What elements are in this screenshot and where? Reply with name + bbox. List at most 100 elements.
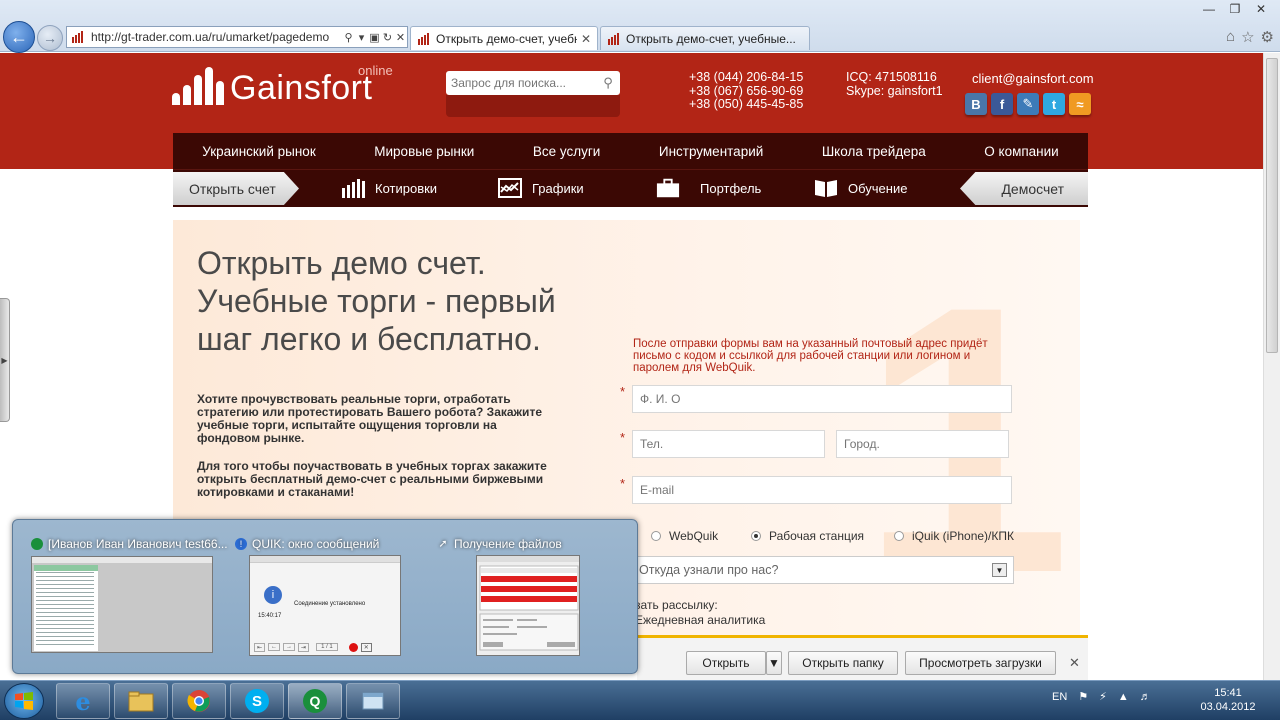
power-icon[interactable]: ⚡ [1099,690,1107,703]
nav-item-tools[interactable]: Инструментарий [659,144,763,159]
email-field[interactable] [632,476,1012,504]
taskbar-skype[interactable]: S [230,683,284,719]
contact-email[interactable]: client@gainsfort.com [972,71,1094,86]
livejournal-icon[interactable]: ✎ [1017,93,1039,115]
windows-logo-icon [15,692,33,710]
tools-gear-icon[interactable]: ⚙ [1261,28,1274,46]
subnav-item-portfolio[interactable]: Портфель [656,178,761,198]
browser-toolbar-right: ⌂ ☆ ⚙ [1226,28,1274,46]
site-favicon-icon [608,32,619,45]
tab-inactive[interactable]: Открыть демо-счет, учебные... [600,26,810,50]
prev-page-icon: ← [268,643,281,651]
taskbar-chrome[interactable] [172,683,226,719]
quik-app-icon [31,538,43,550]
nav-item-all-services[interactable]: Все услуги [533,144,600,159]
intro-paragraph: Хотите прочувствовать реальные торги, от… [197,392,542,445]
next-page-icon: → [283,643,296,651]
search-icon[interactable]: ⚲ [597,75,619,91]
demo-account-button[interactable]: Демосчет [960,172,1088,205]
preview-window-quik-messages[interactable]: ! QUIK: окно сообщений [235,536,379,552]
dropdown-icon[interactable]: ▾ [355,31,368,44]
favorites-star-icon[interactable]: ☆ [1241,28,1254,46]
logo-subtext: online [358,63,393,78]
subscribe-option-analytics[interactable]: Ежедневная аналитика [623,613,765,628]
url-text[interactable]: http://gt-trader.com.ua/ru/umarket/paged… [91,30,342,44]
chevron-down-icon[interactable]: ▼ [992,563,1007,577]
phone-field[interactable] [632,430,825,458]
cta-paragraph: Для того чтобы поучаствовать в учебных т… [197,459,547,499]
preview-window-file-receive[interactable]: ➚ Получение файлов [437,536,562,552]
vertical-scrollbar[interactable] [1263,53,1280,680]
network-icon[interactable]: ▲ [1118,691,1129,703]
city-field[interactable] [836,430,1009,458]
taskbar-internet-explorer[interactable]: e [56,683,110,719]
rss-icon[interactable]: ≈ [1069,93,1091,115]
taskbar-explorer[interactable] [114,683,168,719]
radio-dot-selected[interactable] [751,531,761,541]
twitter-icon[interactable]: t [1043,93,1065,115]
close-window-button[interactable]: ✕ [1248,0,1274,18]
phone-input[interactable] [640,437,824,451]
stop-icon[interactable]: ✕ [394,31,407,44]
clock-time: 15:41 [1214,687,1242,699]
source-select[interactable]: Откуда узнали про нас? ▼ [630,556,1014,584]
fio-field[interactable] [632,385,1012,413]
preview-thumb-quik-messages[interactable]: i Соединение установлено 15:40:17 ⇤ ← → … [249,555,401,656]
forward-button[interactable]: → [37,25,63,51]
address-bar[interactable]: http://gt-trader.com.ua/ru/umarket/paged… [66,26,408,48]
radio-iquik[interactable]: iQuik (iPhone)/КПК [894,529,1014,543]
refresh-icon[interactable]: ↻ [381,31,394,44]
close-icon[interactable]: ✕ [1069,655,1080,671]
subnav-item-education[interactable]: Обучение [814,178,907,198]
taskbar-quik[interactable]: Q [288,683,342,719]
open-download-button[interactable]: Открыть [686,651,766,675]
maximize-button[interactable]: ❐ [1222,0,1248,18]
nav-item-world-markets[interactable]: Мировые рынки [374,144,474,159]
close-tab-icon[interactable]: ✕ [581,32,591,46]
language-indicator[interactable]: EN [1052,691,1067,703]
nav-item-trader-school[interactable]: Школа трейдера [822,144,926,159]
subnav-item-charts[interactable]: Графики [498,178,584,198]
site-search[interactable]: ⚲ [446,71,620,95]
minimize-button[interactable]: — [1196,0,1222,18]
gainsfort-logo[interactable]: Gainsfort online [172,63,398,109]
back-button[interactable]: ← [3,21,35,53]
nav-item-ukrainian-market[interactable]: Украинский рынок [202,144,315,159]
search-input[interactable] [451,76,597,90]
open-account-button[interactable]: Открыть счет [173,172,299,205]
facebook-icon[interactable]: f [991,93,1013,115]
vkontakte-icon[interactable]: B [965,93,987,115]
clock-date: 03.04.2012 [1200,701,1256,713]
radio-dot[interactable] [651,531,661,541]
tab-active[interactable]: Открыть демо-счет, учебн... ✕ [410,26,598,50]
taskbar-window-app[interactable] [346,683,400,719]
flag-icon[interactable]: ⚑ [1078,690,1088,703]
volume-icon[interactable]: ♬ [1140,691,1151,703]
tab-label: Открыть демо-счет, учебн... [436,31,577,46]
email-input[interactable] [640,483,1011,497]
subnav-item-quotes[interactable]: Котировки [341,178,437,198]
open-options-chevron-down-icon[interactable]: ▼ [766,651,782,675]
view-downloads-button[interactable]: Просмотреть загрузки [905,651,1056,675]
radio-webquik[interactable]: WebQuik [651,529,718,543]
search-icon[interactable]: ⚲ [342,31,355,44]
compatibility-icon[interactable]: ▣ [368,31,381,44]
side-panel-handle[interactable]: ▶ [0,298,10,422]
radio-dot[interactable] [894,531,904,541]
system-clock[interactable]: 15:41 03.04.2012 [1198,686,1258,714]
radio-workstation[interactable]: Рабочая станция [751,529,864,543]
home-icon[interactable]: ⌂ [1226,28,1235,46]
folder-icon [128,691,154,712]
preview-window-quik-main[interactable]: [Иванов Иван Иванович test66... [31,536,228,552]
subscribe-option-label: Ежедневная аналитика [635,613,766,627]
required-mark: * [620,384,626,399]
preview-thumb-quik-main[interactable] [31,556,213,653]
fio-input[interactable] [640,392,1011,406]
open-folder-button[interactable]: Открыть папку [788,651,898,675]
scrollbar-thumb[interactable] [1266,58,1278,353]
preview-thumb-file-receive[interactable] [476,555,580,656]
nav-item-about[interactable]: О компании [984,144,1058,159]
start-button[interactable] [4,683,44,719]
preview-title: Получение файлов [454,537,562,551]
city-input[interactable] [844,437,1008,451]
